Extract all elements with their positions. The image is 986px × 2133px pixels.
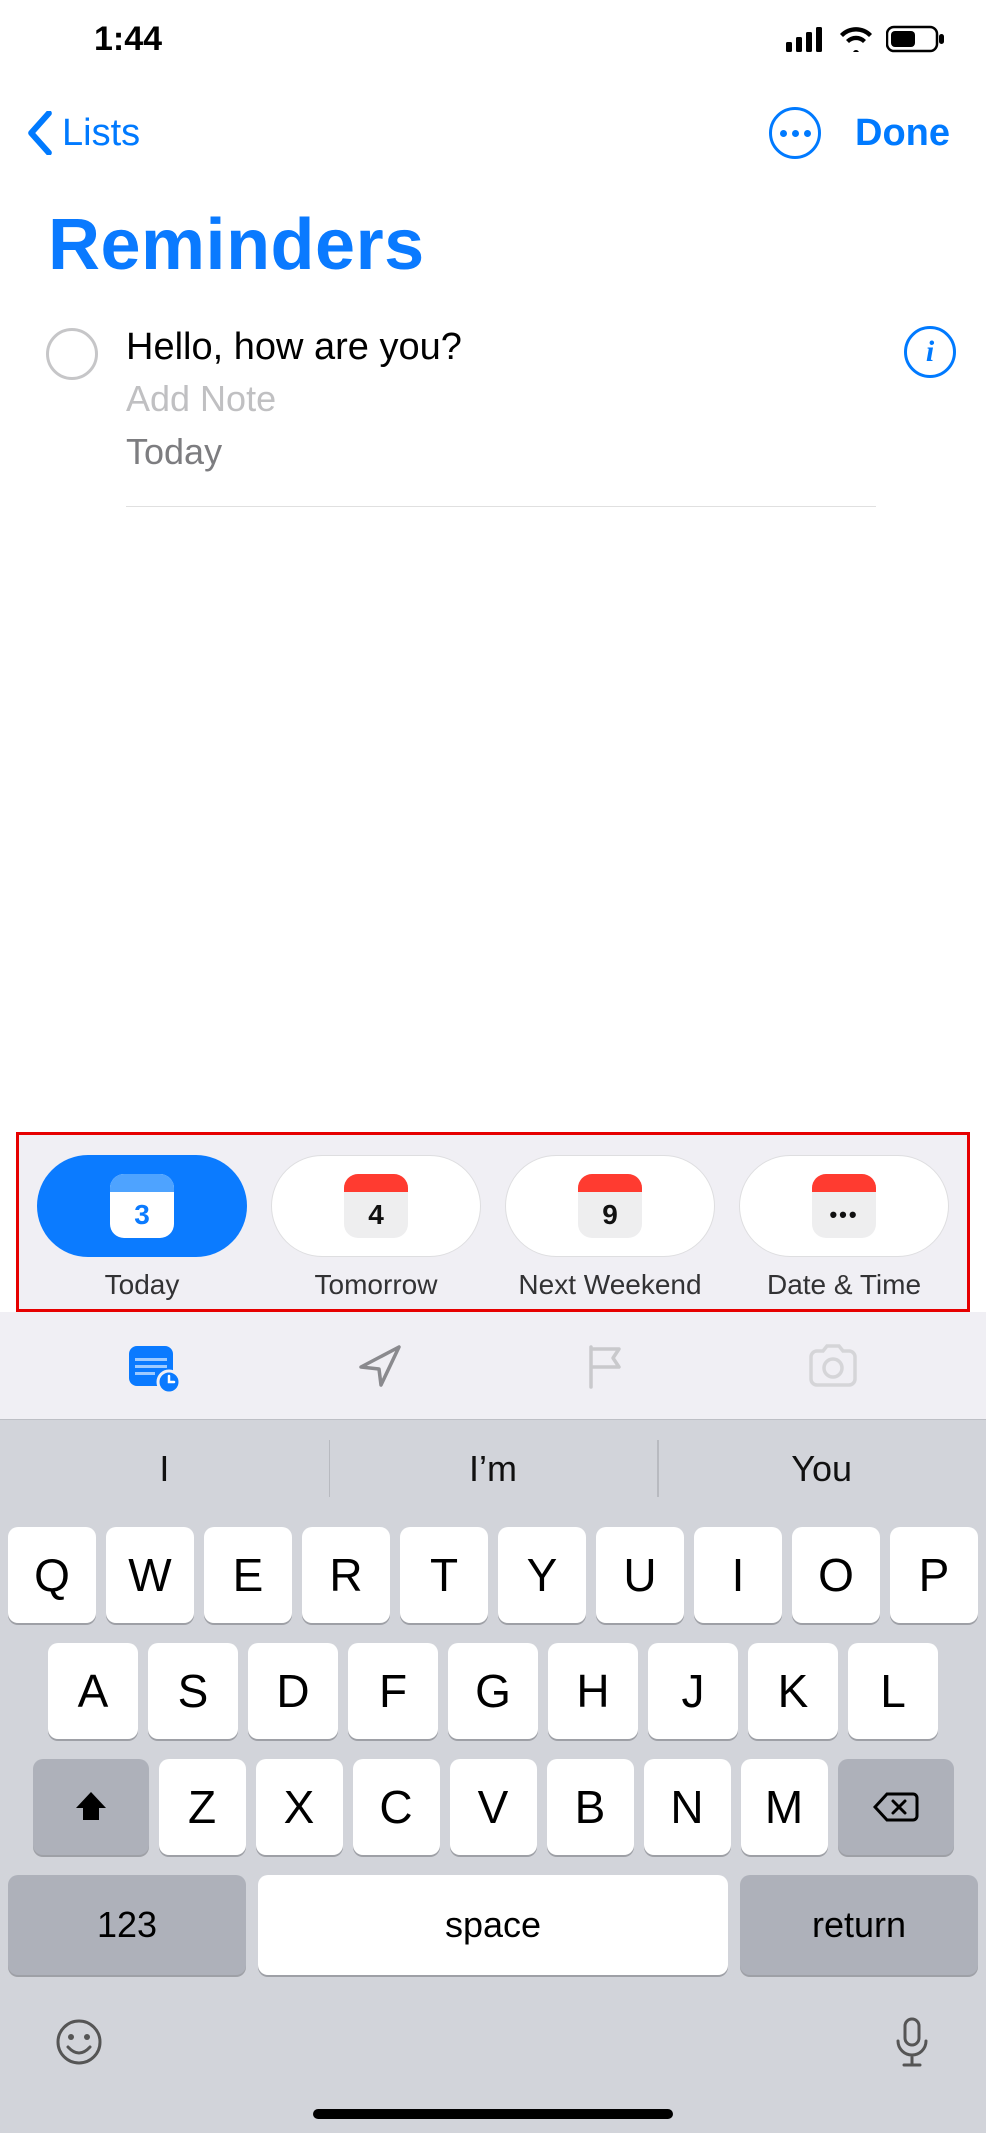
key-g[interactable]: G: [448, 1643, 538, 1739]
key-shift[interactable]: [33, 1759, 149, 1855]
key-z[interactable]: Z: [159, 1759, 246, 1855]
calendar-icon: 4: [344, 1174, 408, 1238]
more-button[interactable]: [769, 107, 821, 159]
flag-button[interactable]: [578, 1338, 634, 1394]
date-chip-label: Today: [105, 1269, 180, 1301]
nav-bar: Lists Done: [0, 78, 986, 188]
predictive-bar: II’mYou: [0, 1419, 986, 1517]
info-button[interactable]: i: [904, 326, 956, 378]
back-label: Lists: [62, 112, 140, 155]
date-chip-label: Tomorrow: [315, 1269, 438, 1301]
key-return[interactable]: return: [740, 1875, 978, 1975]
key-n[interactable]: N: [644, 1759, 731, 1855]
battery-icon: [886, 25, 946, 53]
key-v[interactable]: V: [450, 1759, 537, 1855]
calendar-time-button[interactable]: [125, 1338, 181, 1394]
done-button[interactable]: Done: [855, 112, 950, 155]
emoji-button[interactable]: [54, 2017, 104, 2072]
info-icon: i: [926, 335, 934, 369]
emoji-icon: [54, 2017, 104, 2067]
delete-icon: [873, 1790, 919, 1824]
key-q[interactable]: Q: [8, 1527, 96, 1623]
calendar-icon: 9: [578, 1174, 642, 1238]
keyboard: QWERTYUIOP ASDFGHJKL ZXCVBNM 123 space r…: [0, 1517, 986, 2133]
chevron-left-icon: [22, 111, 58, 155]
key-h[interactable]: H: [548, 1643, 638, 1739]
date-chip-today[interactable]: 3: [37, 1155, 247, 1257]
key-b[interactable]: B: [547, 1759, 634, 1855]
key-s[interactable]: S: [148, 1643, 238, 1739]
status-indicators: [786, 25, 946, 53]
key-k[interactable]: K: [748, 1643, 838, 1739]
predictive-suggestion[interactable]: I’m: [329, 1420, 658, 1517]
key-w[interactable]: W: [106, 1527, 194, 1623]
key-delete[interactable]: [838, 1759, 954, 1855]
date-chip-label: Date & Time: [767, 1269, 921, 1301]
key-f[interactable]: F: [348, 1643, 438, 1739]
reminder-toolbar: [0, 1312, 986, 1419]
calendar-day: 3: [110, 1192, 174, 1238]
key-l[interactable]: L: [848, 1643, 938, 1739]
date-chip-col: 9 Next Weekend: [505, 1155, 715, 1301]
reminder-body[interactable]: Hello, how are you? Add Note Today: [126, 322, 876, 507]
status-bar: 1:44: [0, 0, 986, 78]
dictation-button[interactable]: [892, 2015, 932, 2074]
key-123[interactable]: 123: [8, 1875, 246, 1975]
key-o[interactable]: O: [792, 1527, 880, 1623]
camera-button[interactable]: [805, 1338, 861, 1394]
shift-icon: [72, 1788, 110, 1826]
key-y[interactable]: Y: [498, 1527, 586, 1623]
signal-icon: [786, 26, 826, 52]
key-t[interactable]: T: [400, 1527, 488, 1623]
complete-toggle[interactable]: [46, 328, 98, 380]
date-chip-next-weekend[interactable]: 9: [505, 1155, 715, 1257]
key-j[interactable]: J: [648, 1643, 738, 1739]
key-e[interactable]: E: [204, 1527, 292, 1623]
back-button[interactable]: Lists: [22, 111, 140, 155]
date-chip-col: 4 Tomorrow: [271, 1155, 481, 1301]
date-chip-col: 3 Today: [37, 1155, 247, 1301]
calendar-icon: 3: [110, 1174, 174, 1238]
reminder-date: Today: [126, 426, 876, 478]
calendar-icon: •••: [812, 1174, 876, 1238]
key-c[interactable]: C: [353, 1759, 440, 1855]
calendar-day: 9: [578, 1192, 642, 1238]
key-u[interactable]: U: [596, 1527, 684, 1623]
home-indicator[interactable]: [313, 2109, 673, 2119]
date-chip-bar: 3 Today 4 Tomorrow 9 Next Weekend ••• Date & Ti…: [16, 1132, 970, 1312]
calendar-day: 4: [344, 1192, 408, 1238]
status-time: 1:44: [94, 20, 162, 59]
reminder-note-input[interactable]: Add Note: [126, 373, 876, 425]
key-m[interactable]: M: [741, 1759, 828, 1855]
reminder-row: Hello, how are you? Add Note Today i: [0, 316, 986, 507]
key-r[interactable]: R: [302, 1527, 390, 1623]
key-space[interactable]: space: [258, 1875, 728, 1975]
location-button[interactable]: [352, 1338, 408, 1394]
key-a[interactable]: A: [48, 1643, 138, 1739]
date-chip-date-time[interactable]: •••: [739, 1155, 949, 1257]
key-d[interactable]: D: [248, 1643, 338, 1739]
key-i[interactable]: I: [694, 1527, 782, 1623]
reminder-title[interactable]: Hello, how are you?: [126, 322, 876, 373]
date-chip-label: Next Weekend: [518, 1269, 701, 1301]
mic-icon: [892, 2015, 932, 2069]
date-chip-col: ••• Date & Time: [739, 1155, 949, 1301]
page-title: Reminders: [0, 188, 986, 316]
predictive-suggestion[interactable]: I: [0, 1420, 329, 1517]
date-chip-tomorrow[interactable]: 4: [271, 1155, 481, 1257]
calendar-day: •••: [812, 1192, 876, 1238]
predictive-suggestion[interactable]: You: [657, 1420, 986, 1517]
key-p[interactable]: P: [890, 1527, 978, 1623]
wifi-icon: [838, 26, 874, 52]
key-x[interactable]: X: [256, 1759, 343, 1855]
